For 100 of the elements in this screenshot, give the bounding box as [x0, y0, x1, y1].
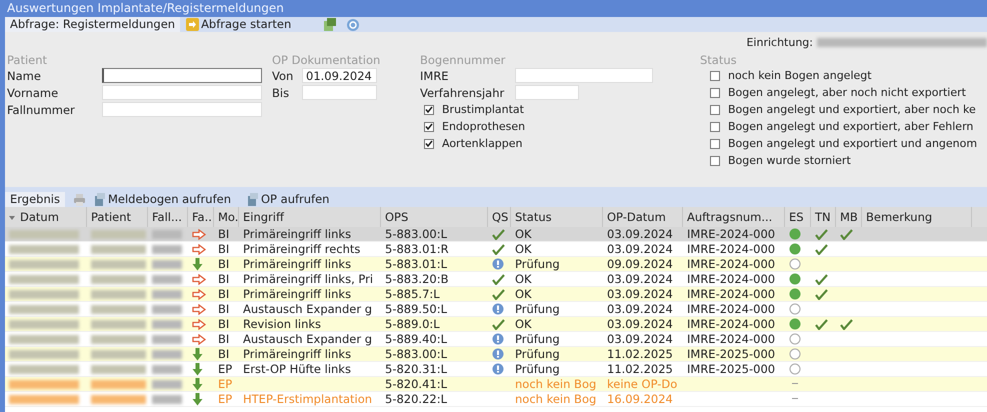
blurred-text	[152, 394, 182, 404]
checkbox-label: Aortenklappen	[442, 137, 523, 150]
table-row[interactable]: BI Austausch Expander g 5-889.50:L Prüfung 03.09.2024 IMRE-2024-000	[5, 302, 987, 317]
section-heading: Status	[700, 53, 738, 67]
status-dot	[789, 333, 801, 345]
check-icon	[492, 228, 505, 240]
table-row[interactable]: BI Revision links 5-889.0:L OK 03.09.2024 IMRE-2024-000	[5, 317, 987, 332]
blurred-text	[91, 304, 146, 314]
blurred-text	[9, 364, 79, 374]
table-cell-text: OK	[514, 227, 533, 241]
field-label: Name	[7, 68, 42, 82]
info-icon	[492, 348, 504, 360]
checkbox[interactable]	[424, 138, 434, 148]
blurred-text	[152, 364, 182, 374]
table-cell-text: Primäreingriff links	[242, 257, 352, 271]
date-field[interactable]: 01.09.2024	[302, 68, 377, 83]
checkbox[interactable]	[710, 156, 720, 166]
table-cell-text: IMRE-2025-000	[686, 362, 776, 376]
checkbox[interactable]	[424, 104, 434, 114]
arrow-right-icon	[192, 334, 206, 344]
checkbox-label: Bogen angelegt und exportiert und angenom	[728, 137, 978, 150]
table-cell-text: Austausch Expander g	[242, 332, 374, 346]
checkbox[interactable]	[710, 70, 720, 80]
tab[interactable]: Ergebnis	[5, 192, 65, 207]
table-cell-text: OK	[514, 287, 533, 301]
table-cell-text: BI	[217, 332, 230, 346]
table-cell-text: 03.09.2024	[606, 272, 674, 286]
checkbox[interactable]	[710, 138, 720, 148]
arrow-down-icon	[192, 378, 203, 390]
table-row[interactable]: BI Primäreingriff links 5-883.00:L OK 03.09.2024 IMRE-2024-000	[5, 227, 987, 242]
start-query-button[interactable]: Abfrage starten	[186, 17, 292, 32]
blurred-text	[91, 394, 146, 404]
table-cell-text: BI	[217, 272, 230, 286]
table-cell-text: 5-883.01:R	[384, 242, 450, 256]
table-row[interactable]: BI Austausch Expander g 5-889.40:L Prüfung 03.09.2024 IMRE-2024-000	[5, 332, 987, 347]
table-cell-text: 5-883.00:L	[384, 227, 448, 241]
blurred-text	[152, 230, 182, 238]
checkbox-label: Bogen angelegt und exportiert, aber Fehlern	[728, 120, 974, 133]
table-row[interactable]: BI Primäreingriff links 5-883.00:L Prüfung 11.02.2025 IMRE-2025-000	[5, 347, 987, 362]
sort-icon	[8, 215, 16, 221]
arrow-right-icon	[192, 244, 206, 254]
table-cell-text: BI	[217, 317, 230, 331]
table-cell-text: EP	[217, 362, 234, 376]
table-cell-text: IMRE-2025-000	[686, 347, 776, 361]
table-cell-text: Primäreingriff links	[242, 227, 352, 241]
date-field[interactable]	[302, 85, 377, 100]
status-dot	[789, 318, 801, 330]
table-cell-text: 5-889.0:L	[384, 317, 441, 331]
table-cell-text: noch kein Bog	[514, 392, 598, 406]
checkbox[interactable]	[710, 122, 720, 132]
table-cell-text: IMRE-2024-000	[686, 272, 776, 286]
toolbar-button[interactable]: Meldebogen aufrufen	[94, 192, 231, 207]
blurred-text	[9, 274, 79, 284]
table-row[interactable]: EP HTEP-Erstimplantation 5-820.22:L noch kein Bog 16.09.2024	[5, 392, 987, 407]
table-row[interactable]: BI Primäreingriff rechts 5-883.01:R OK 03.09.2024 IMRE-2024-000	[5, 242, 987, 257]
table-cell-text: 03.09.2024	[606, 287, 674, 301]
table-row[interactable]: BI Primäreingriff links 5-885.7:L OK 03.09.2024 IMRE-2024-000	[5, 287, 987, 302]
check-icon	[815, 318, 828, 330]
table-row[interactable]: BI Primäreingriff links 5-883.01:L Prüfung 09.09.2024 IMRE-2024-000	[5, 257, 987, 272]
input-field[interactable]	[102, 68, 262, 83]
blurred-text	[152, 380, 182, 388]
table-cell-text: 03.09.2024	[606, 242, 674, 256]
table-cell-text: 5-820.31:L	[384, 362, 448, 376]
field-label: Vorname	[7, 86, 60, 100]
arrow-right-icon	[192, 304, 206, 314]
blurred-text	[9, 260, 79, 268]
table-cell-text: IMRE-2024-000	[686, 227, 776, 241]
toolbar-button[interactable]: OP aufrufen	[247, 192, 330, 207]
export-icon[interactable]	[323, 18, 338, 31]
tab[interactable]: Abfrage: Registermeldungen	[5, 17, 180, 32]
table-cell-text: Erst-OP Hüfte links	[242, 362, 352, 376]
blurred-text	[152, 290, 182, 298]
table-cell-text: 5-889.50:L	[384, 302, 448, 316]
table-cell-text: Primäreingriff links	[242, 347, 352, 361]
blurred-text	[9, 244, 79, 254]
table-row[interactable]: BI Primäreingriff links, Pri 5-883.20:B OK 03.09.2024 IMRE-2024-000	[5, 272, 987, 287]
table-cell-text: HTEP-Erstimplantation	[242, 392, 374, 406]
check-icon	[815, 288, 828, 300]
checkbox[interactable]	[424, 122, 434, 132]
checkbox-label: Bogen wurde storniert	[728, 154, 851, 167]
blurred-text	[9, 320, 79, 328]
document-icon	[94, 193, 106, 206]
blurred-text	[152, 274, 182, 284]
checkbox-label: Endoprothesen	[442, 120, 526, 133]
table-row[interactable]: EP Erst-OP Hüfte links 5-820.31:L Prüfung 11.02.2025 IMRE-2025-000	[5, 362, 987, 377]
table-cell-text: EP	[217, 392, 234, 406]
table-row[interactable]: EP 5-820.41:L noch kein Bog keine OP-Do	[5, 377, 987, 392]
checkbox[interactable]	[710, 88, 720, 98]
table-cell-text: BI	[217, 287, 230, 301]
table-cell-text: 5-820.22:L	[384, 392, 448, 406]
blurred-text	[91, 230, 146, 238]
info-icon	[492, 363, 504, 375]
table-cell-text: 16.09.2024	[606, 392, 674, 406]
arrow-right-icon	[192, 288, 206, 300]
checkbox[interactable]	[710, 104, 720, 114]
field-label: IMRE	[420, 68, 450, 82]
table-cell-text: Primäreingriff rechts	[242, 242, 362, 256]
table-cell-text: Revision links	[242, 317, 322, 331]
table-cell-text: Prüfung	[514, 332, 561, 346]
dash-icon	[792, 383, 798, 385]
